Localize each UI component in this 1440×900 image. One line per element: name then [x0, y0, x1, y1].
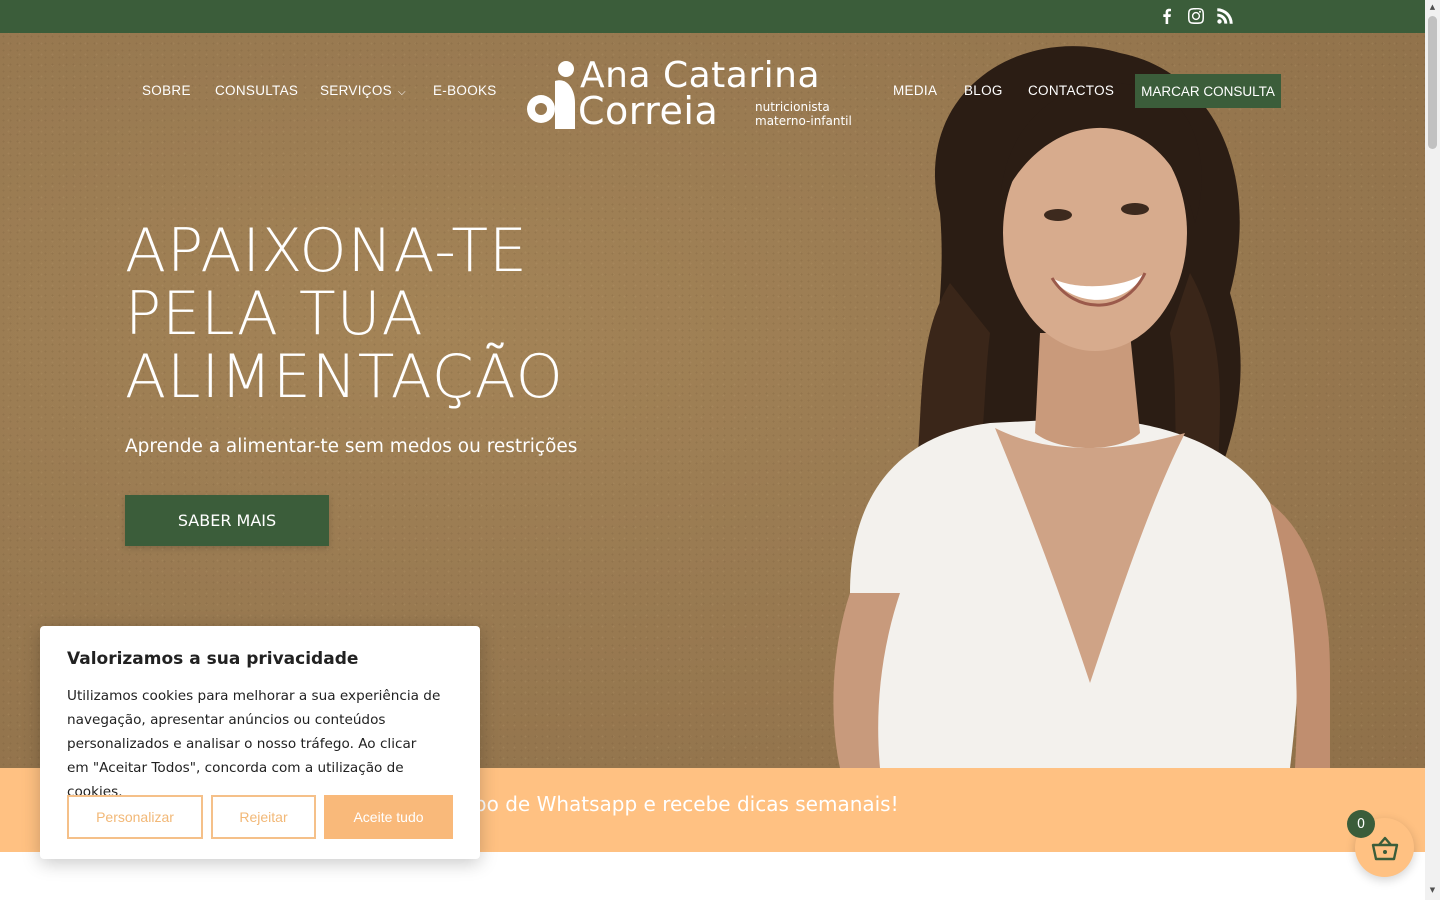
learn-more-button[interactable]: SABER MAIS	[125, 495, 329, 546]
hero-title: APAIXONA-TE PELA TUA ALIMENTAÇÃO	[125, 220, 745, 409]
chevron-down-icon: ⌵	[397, 87, 406, 98]
hero-title-line: ALIMENTAÇÃO	[125, 342, 564, 412]
nav-blog[interactable]: BLOG	[964, 83, 1003, 98]
nav-contactos[interactable]: CONTACTOS	[1028, 83, 1114, 98]
cookie-title: Valorizamos a sua privacidade	[67, 649, 359, 669]
nav-servicos-label: SERVIÇOS	[320, 83, 392, 98]
instagram-icon[interactable]	[1186, 6, 1206, 26]
top-bar	[0, 0, 1425, 33]
scroll-up-icon[interactable]: ▲	[1428, 3, 1437, 12]
customize-button[interactable]: Personalizar	[67, 795, 203, 839]
nav-consultas[interactable]: CONSULTAS	[215, 83, 298, 98]
logo-line-2: Correia	[578, 89, 719, 133]
facebook-icon[interactable]	[1157, 6, 1177, 26]
mother-child-logo-icon	[527, 61, 575, 129]
reject-button[interactable]: Rejeitar	[211, 795, 316, 839]
logo-subtitle-1: nutricionista	[755, 100, 830, 114]
scroll-down-icon[interactable]: ▼	[1428, 886, 1437, 895]
nav-servicos[interactable]: SERVIÇOS ⌵	[320, 83, 406, 98]
hero-title-line: PELA TUA	[125, 279, 424, 349]
site-logo[interactable]: Ana Catarina Correia nutricionista mater…	[522, 55, 862, 135]
nav-ebooks[interactable]: E-BOOKS	[433, 83, 497, 98]
book-appointment-button[interactable]: MARCAR CONSULTA	[1135, 74, 1281, 108]
nav-media[interactable]: MEDIA	[893, 83, 937, 98]
hero-portrait-image	[833, 46, 1330, 768]
hero-subtitle: Aprende a alimentar-te sem medos ou rest…	[125, 436, 578, 457]
cookie-consent-dialog: Valorizamos a sua privacidade Utilizamos…	[40, 626, 480, 859]
cookie-description: Utilizamos cookies para melhorar a sua e…	[67, 688, 441, 800]
nav-sobre[interactable]: SOBRE	[142, 83, 191, 98]
page-scrollbar[interactable]: ▲ ▼	[1425, 0, 1440, 900]
accept-all-button[interactable]: Aceite tudo	[324, 795, 453, 839]
scrollbar-thumb[interactable]	[1428, 16, 1437, 149]
hero-title-line: APAIXONA-TE	[125, 216, 528, 286]
cart-count-badge: 0	[1347, 810, 1375, 838]
basket-icon	[1371, 836, 1398, 860]
logo-subtitle-2: materno-infantil	[755, 114, 852, 128]
rss-icon[interactable]	[1215, 6, 1235, 26]
